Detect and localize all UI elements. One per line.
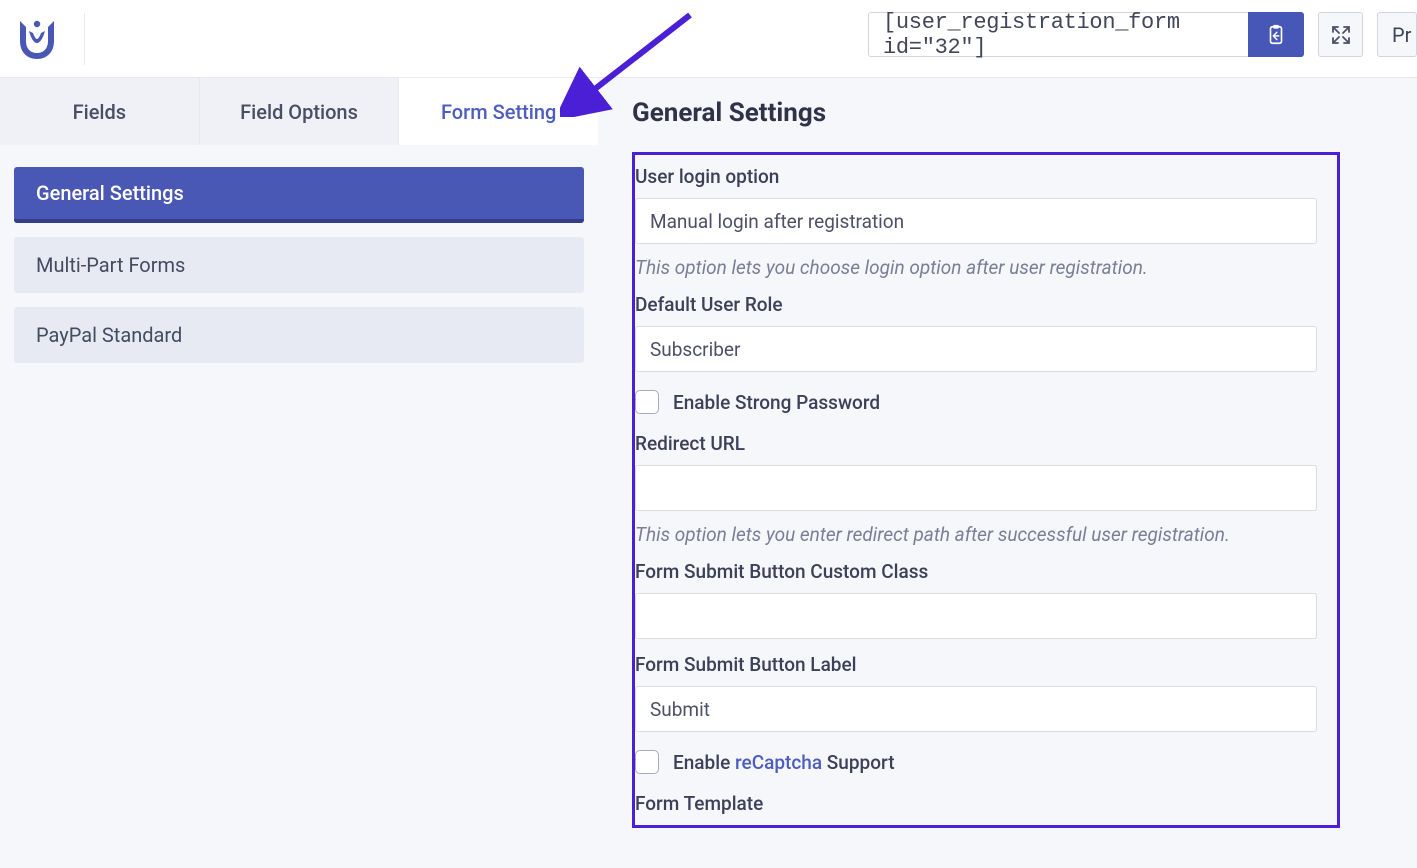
topbar: [user_registration_form id="32"] Pr: [0, 0, 1417, 78]
tab-fields[interactable]: Fields: [0, 78, 200, 145]
shortcode-display: [user_registration_form id="32"]: [868, 12, 1248, 57]
general-settings-form: User login option This option lets you c…: [632, 152, 1340, 828]
sidebar-item-general-settings[interactable]: General Settings: [14, 167, 584, 223]
recaptcha-prefix: Enable: [673, 751, 735, 774]
copy-shortcode-button[interactable]: [1248, 12, 1304, 57]
tab-row: Fields Field Options Form Setting: [0, 78, 598, 145]
strong-password-label: Enable Strong Password: [673, 391, 880, 414]
login-option-select[interactable]: [635, 198, 1317, 244]
default-role-label: Default User Role: [635, 293, 1317, 316]
recaptcha-checkbox[interactable]: [635, 750, 659, 774]
vertical-divider: [84, 13, 85, 65]
redirect-url-input[interactable]: [635, 465, 1317, 511]
redirect-url-help: This option lets you enter redirect path…: [635, 523, 1317, 546]
field-default-role: Default User Role: [635, 293, 1317, 372]
field-strong-password: Enable Strong Password: [635, 390, 1317, 414]
field-login-option: User login option This option lets you c…: [635, 165, 1317, 279]
tab-field-options[interactable]: Field Options: [200, 78, 400, 145]
recaptcha-link[interactable]: reCaptcha: [735, 751, 822, 774]
expand-icon: [1331, 25, 1351, 45]
default-role-select[interactable]: [635, 326, 1317, 372]
sidebar-item-paypal-standard[interactable]: PayPal Standard: [14, 307, 584, 363]
fullscreen-button[interactable]: [1318, 12, 1363, 57]
submit-class-label: Form Submit Button Custom Class: [635, 560, 1317, 583]
strong-password-checkbox[interactable]: [635, 390, 659, 414]
settings-submenu: General Settings Multi-Part Forms PayPal…: [0, 145, 598, 399]
preview-button-truncated[interactable]: Pr: [1377, 12, 1417, 57]
login-option-label: User login option: [635, 165, 1317, 188]
submit-label-label: Form Submit Button Label: [635, 653, 1317, 676]
field-redirect-url: Redirect URL This option lets you enter …: [635, 432, 1317, 546]
field-submit-label: Form Submit Button Label: [635, 653, 1317, 732]
field-submit-class: Form Submit Button Custom Class: [635, 560, 1317, 639]
recaptcha-suffix: Support: [822, 751, 894, 774]
logo-icon: [14, 17, 60, 61]
clipboard-icon: [1265, 24, 1287, 46]
workspace: Fields Field Options Form Setting Genera…: [0, 78, 1417, 868]
content-title: General Settings: [632, 98, 1417, 128]
redirect-url-label: Redirect URL: [635, 432, 1317, 455]
submit-class-input[interactable]: [635, 593, 1317, 639]
sidebar-item-multipart-forms[interactable]: Multi-Part Forms: [14, 237, 584, 293]
submit-label-input[interactable]: [635, 686, 1317, 732]
recaptcha-label: Enable reCaptcha Support: [673, 751, 895, 774]
topbar-right: [user_registration_form id="32"] Pr: [868, 12, 1417, 57]
form-template-label: Form Template: [635, 792, 1317, 815]
tab-form-setting[interactable]: Form Setting: [399, 78, 598, 145]
field-recaptcha: Enable reCaptcha Support: [635, 750, 1317, 774]
shortcode-group: [user_registration_form id="32"]: [868, 12, 1304, 57]
field-form-template: Form Template: [635, 792, 1317, 815]
sidebar: Fields Field Options Form Setting Genera…: [0, 78, 598, 868]
content-area: General Settings User login option This …: [598, 78, 1417, 868]
login-option-help: This option lets you choose login option…: [635, 256, 1317, 279]
